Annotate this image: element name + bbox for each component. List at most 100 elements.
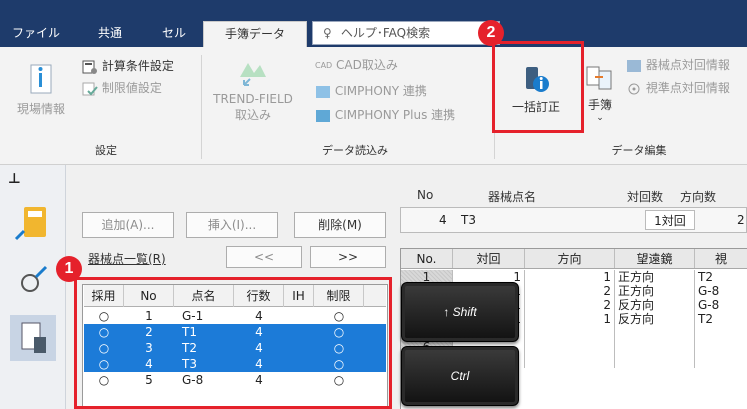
pin-icon[interactable]: ⊥ <box>8 171 21 187</box>
info-header-no: No <box>417 188 434 202</box>
insert-button[interactable]: 挿入(I)... <box>186 212 278 238</box>
trend-field-sub-label: 取込み <box>234 108 271 122</box>
genba-info-button[interactable]: 現場情報 <box>12 63 70 117</box>
calculator-icon <box>14 207 46 241</box>
view-target-button[interactable]: 視準点対回情報 <box>626 79 730 96</box>
tab-techo-data[interactable]: 手簿データ <box>203 21 307 47</box>
grid-cell-hoko[interactable] <box>525 326 615 340</box>
trend-field-icon <box>240 63 266 86</box>
trend-field-import-button[interactable]: TREND-FIELD 取込み <box>210 55 296 123</box>
group-label-data-import: データ読込み <box>322 144 388 157</box>
grid-cell-scope[interactable]: 正方向 <box>615 284 695 298</box>
grid-cell-hoko[interactable]: 2 <box>525 284 615 298</box>
chevron-down-icon: ⌄ <box>596 113 604 123</box>
grid-cell-hoko[interactable]: 2 <box>525 298 615 312</box>
lightbulb-icon: ♀ <box>323 26 332 40</box>
grid-cell-scope[interactable] <box>615 326 695 340</box>
group-label-settings: 設定 <box>95 144 117 157</box>
cimphony-plus-label: CIMPHONY Plus 連携 <box>334 108 456 122</box>
limit-setting-label: 制限値設定 <box>101 81 162 95</box>
grid-cell-target[interactable] <box>695 354 747 368</box>
tab-file[interactable]: ファイル <box>0 21 72 47</box>
grid-cell-target[interactable]: T2 <box>695 270 747 284</box>
title-bar <box>0 0 747 17</box>
cimphony-plus-icon <box>316 109 330 122</box>
ctrl-key-label: Ctrl <box>450 369 470 383</box>
cimphony-link-button[interactable]: CIMPHONY 連携 <box>315 82 427 99</box>
grid-cell-scope[interactable]: 反方向 <box>615 298 695 312</box>
info-hoko-value: 2 <box>737 213 745 227</box>
trend-field-label: TREND-FIELD <box>213 92 293 106</box>
grid-col-hoko[interactable]: 方向 <box>525 249 615 268</box>
grid-cell-scope[interactable]: 反方向 <box>615 312 695 326</box>
data-sheet-tool[interactable] <box>10 315 56 361</box>
add-button[interactable]: 追加(A)... <box>82 212 174 238</box>
document-info-icon <box>30 64 52 94</box>
left-tool-strip: ⊥ <box>0 165 66 409</box>
cad-import-label: CAD取込み <box>336 58 398 72</box>
info-row: 4 T3 1対回 2 <box>400 207 747 233</box>
calc-settings-icon <box>82 60 97 74</box>
limit-check-icon <box>82 82 98 95</box>
info-header-hoko: 方向数 <box>680 190 717 204</box>
callout-badge-1: 1 <box>56 256 82 282</box>
help-search-label: ヘルプ･FAQ検索 <box>340 26 431 40</box>
cimphony-icon <box>316 85 330 98</box>
grid-col-no[interactable]: No. <box>401 249 453 268</box>
grid-cell-target[interactable] <box>695 340 747 354</box>
grid-cell-hoko[interactable]: 1 <box>525 270 615 284</box>
grid-cell-scope[interactable]: 正方向 <box>615 270 695 284</box>
sheet-calculator-icon <box>21 322 46 353</box>
grid-cell-scope[interactable] <box>615 340 695 354</box>
shift-key-label: Shift <box>452 305 477 319</box>
grid-cell-target[interactable]: T2 <box>695 312 747 326</box>
shift-key: ↑ Shift <box>401 282 519 342</box>
grid-cell-hoko[interactable]: 1 <box>525 312 615 326</box>
techo-icon <box>586 66 612 90</box>
instrument-target-button[interactable]: 器械点対回情報 <box>626 56 730 73</box>
genba-info-label: 現場情報 <box>16 102 65 116</box>
grid-cell-scope[interactable] <box>615 354 695 368</box>
calc-condition-button[interactable]: 計算条件設定 <box>82 57 174 75</box>
prev-button[interactable]: << <box>226 246 302 268</box>
info-header-name: 器械点名 <box>488 190 537 204</box>
delete-button[interactable]: 削除(M) <box>294 212 386 238</box>
grid-col-taikai[interactable]: 対回 <box>453 249 525 268</box>
group-label-data-edit: データ編集 <box>611 144 667 157</box>
grid-col-scope[interactable]: 望遠鏡 <box>615 249 695 268</box>
grid-col-target[interactable]: 視 <box>695 249 747 268</box>
callout-badge-2: 2 <box>478 20 504 46</box>
grid-cell-target[interactable]: G-8 <box>695 298 747 312</box>
help-search-box[interactable]: ♀ ヘルプ･FAQ検索 <box>312 21 500 45</box>
info-header-taikai: 対回数 <box>627 190 664 204</box>
view-target-label: 視準点対回情報 <box>645 81 730 95</box>
techo-button[interactable]: 手簿 ⌄ <box>580 63 620 123</box>
cad-import-button[interactable]: CAD CAD取込み <box>315 56 398 73</box>
grid-cell-target[interactable] <box>695 326 747 340</box>
tab-common[interactable]: 共通 <box>86 21 134 47</box>
cimphony-label: CIMPHONY 連携 <box>334 84 427 98</box>
limit-setting-button[interactable]: 制限値設定 <box>82 79 162 97</box>
calculator-tool[interactable] <box>10 201 56 247</box>
instrument-list-label: 器械点一覧(R) <box>88 252 166 266</box>
grid-cell-hoko[interactable] <box>525 340 615 354</box>
ribbon: 現場情報 計算条件設定 制限値設定 設定 TREND-FIELD 取込み CAD… <box>0 47 747 165</box>
view-target-icon <box>628 83 640 94</box>
info-name-value: T3 <box>461 213 476 227</box>
grid-header: No. 対回 方向 望遠鏡 視 <box>401 249 747 269</box>
info-taikai-value: 1対回 <box>645 210 695 230</box>
grid-cell-target[interactable]: G-8 <box>695 284 747 298</box>
cimphony-plus-link-button[interactable]: CIMPHONY Plus 連携 <box>315 106 455 123</box>
instrument-table-icon <box>627 59 641 72</box>
callout-box-1 <box>74 277 392 409</box>
cad-icon: CAD <box>315 61 333 70</box>
ctrl-key: Ctrl <box>401 346 519 406</box>
techo-label: 手簿 <box>587 98 612 112</box>
info-no-value: 4 <box>439 213 447 227</box>
next-button[interactable]: >> <box>310 246 386 268</box>
tab-cell[interactable]: セル <box>150 21 198 47</box>
survey-point-tool[interactable] <box>10 259 56 305</box>
grid-cell-hoko[interactable] <box>525 354 615 368</box>
instrument-target-label: 器械点対回情報 <box>645 58 730 72</box>
target-point-icon <box>21 265 48 292</box>
